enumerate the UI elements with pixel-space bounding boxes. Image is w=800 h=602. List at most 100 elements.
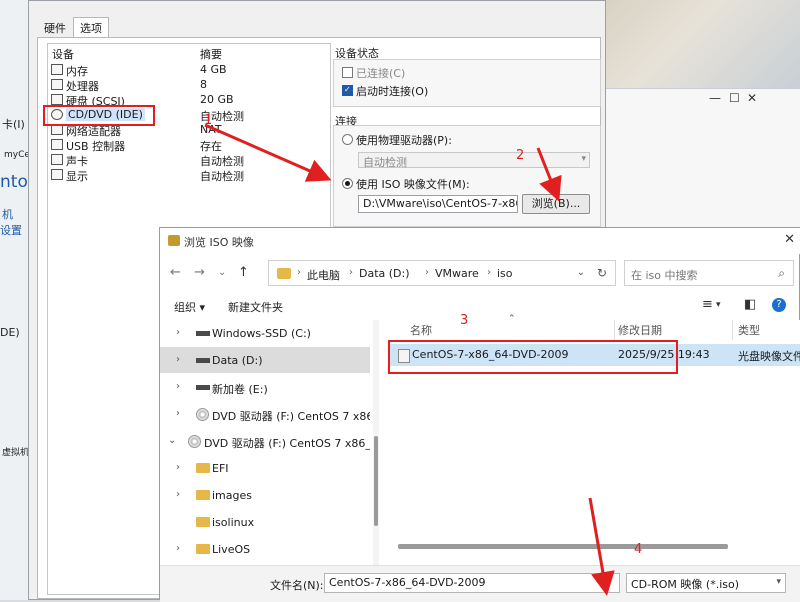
- folder-icon: [196, 463, 210, 473]
- annotation-number: 2: [516, 148, 525, 163]
- iso-file-radio[interactable]: [342, 178, 353, 189]
- column-type[interactable]: 类型: [738, 322, 760, 338]
- device-summary: 4 GB: [200, 63, 227, 76]
- file-list-scrollbar[interactable]: [398, 544, 728, 549]
- tree-label: Windows-SSD (C:): [212, 327, 311, 340]
- address-bar[interactable]: › 此电脑 › Data (D:) › VMware › iso ⌄ ↻: [268, 260, 616, 286]
- chevron-down-icon: ▾: [776, 577, 781, 587]
- refresh-icon[interactable]: ↻: [597, 266, 607, 280]
- tree-item-dvd-drive-expanded[interactable]: ⌄ DVD 驱动器 (F:) CentOS 7 x86_64: [160, 428, 370, 454]
- column-date[interactable]: 修改日期: [618, 322, 662, 338]
- chevron-right-icon[interactable]: ›: [176, 354, 180, 365]
- tree-label: 新加卷 (E:): [212, 383, 268, 396]
- connect-on-power-label: 启动时连接(O): [356, 85, 429, 98]
- memory-icon: [51, 64, 63, 75]
- folder-icon: [196, 490, 210, 500]
- forward-arrow-icon[interactable]: →: [194, 265, 205, 280]
- breadcrumb-data-d[interactable]: Data (D:): [359, 267, 410, 280]
- annotation-box-cdrom: [43, 105, 155, 126]
- column-device[interactable]: 设备: [52, 46, 74, 62]
- filetype-select[interactable]: CD-ROM 映像 (*.iso) ▾: [626, 573, 786, 593]
- background-window: — ☐ ✕: [600, 88, 800, 250]
- help-icon[interactable]: ?: [772, 298, 786, 312]
- iso-path-input[interactable]: D:\VMware\iso\CentOS-7-x86_: [358, 195, 518, 213]
- folder-icon: [196, 517, 210, 527]
- chevron-down-icon[interactable]: ⌄: [577, 267, 585, 278]
- browse-button[interactable]: 浏览(B)...: [522, 194, 590, 214]
- annotation-number: 4: [634, 542, 643, 557]
- search-box[interactable]: 在 iso 中搜索 ⌕: [624, 260, 794, 286]
- tree-item-dvd-drive[interactable]: › DVD 驱动器 (F:) CentOS 7 x86_64: [160, 401, 370, 427]
- device-summary: 自动检测: [200, 170, 244, 183]
- chevron-down-icon[interactable]: ▾: [716, 300, 721, 310]
- chevron-down-icon[interactable]: ⌄: [218, 267, 226, 278]
- tree-item-windows-ssd[interactable]: › Windows-SSD (C:): [160, 320, 370, 346]
- device-name: 显示: [66, 170, 88, 183]
- scrollbar-thumb[interactable]: [374, 436, 378, 526]
- close-icon[interactable]: ✕: [784, 232, 795, 247]
- view-options-icon[interactable]: ≡: [702, 297, 713, 312]
- chevron-down-icon[interactable]: ⌄: [168, 435, 176, 446]
- sort-chevron-icon: ⌃: [508, 314, 516, 324]
- tab-hardware[interactable]: 硬件: [37, 17, 73, 37]
- tree-label: DVD 驱动器 (F:) CentOS 7 x86_64: [212, 410, 370, 423]
- connected-label: 已连接(C): [356, 67, 406, 80]
- physical-drive-label: 使用物理驱动器(P):: [356, 134, 452, 147]
- breadcrumb-vmware[interactable]: VMware: [435, 267, 479, 280]
- tree-label: LiveOS: [212, 543, 251, 556]
- physical-drive-radio[interactable]: [342, 134, 353, 145]
- tree-item-efi[interactable]: › EFI: [160, 455, 370, 481]
- annotation-number: 1: [204, 113, 213, 128]
- tree-item-liveos[interactable]: › LiveOS: [160, 536, 370, 562]
- new-folder-button[interactable]: 新建文件夹: [228, 299, 283, 315]
- chevron-right-icon[interactable]: ›: [176, 408, 180, 419]
- column-divider[interactable]: [732, 320, 733, 340]
- device-summary: 8: [200, 78, 207, 91]
- device-row-sound[interactable]: 声卡 自动检测: [48, 152, 330, 168]
- breadcrumb-iso[interactable]: iso: [497, 267, 513, 280]
- chevron-right-icon[interactable]: ›: [176, 543, 180, 554]
- column-name[interactable]: 名称: [410, 322, 432, 338]
- chevron-right-icon: ›: [425, 267, 429, 278]
- connected-checkbox[interactable]: [342, 67, 353, 78]
- chevron-right-icon: ›: [349, 267, 353, 278]
- maximize-icon[interactable]: ☐: [729, 91, 740, 105]
- tree-label: Data (D:): [212, 354, 263, 367]
- device-row-processor[interactable]: 处理器 8: [48, 77, 330, 93]
- filename-label: 文件名(N):: [270, 579, 324, 592]
- preview-pane-icon[interactable]: ◧: [744, 297, 756, 312]
- annotation-number: 3: [460, 313, 469, 328]
- column-divider[interactable]: [614, 320, 615, 340]
- tab-options[interactable]: 选项: [73, 17, 109, 37]
- back-arrow-icon[interactable]: ←: [170, 265, 181, 280]
- column-summary[interactable]: 摘要: [200, 46, 222, 62]
- connect-on-power-checkbox[interactable]: [342, 85, 353, 96]
- breadcrumb-this-pc[interactable]: 此电脑: [307, 267, 340, 283]
- organize-menu[interactable]: 组织 ▾: [174, 299, 205, 315]
- hard-disk-icon: [51, 94, 63, 105]
- chevron-right-icon: ›: [297, 267, 301, 278]
- tree-item-new-volume-e[interactable]: › 新加卷 (E:): [160, 374, 370, 400]
- filename-input[interactable]: CentOS-7-x86_64-DVD-2009: [324, 573, 620, 593]
- tree-item-data-d[interactable]: › Data (D:): [160, 347, 370, 373]
- device-row-display[interactable]: 显示 自动检测: [48, 167, 330, 183]
- device-row-memory[interactable]: 内存 4 GB: [48, 62, 330, 78]
- device-row-usb[interactable]: USB 控制器 存在: [48, 137, 330, 153]
- chevron-right-icon[interactable]: ›: [176, 327, 180, 338]
- chevron-right-icon[interactable]: ›: [176, 381, 180, 392]
- chevron-right-icon[interactable]: ›: [176, 489, 180, 500]
- chevron-right-icon: ›: [487, 267, 491, 278]
- up-arrow-icon[interactable]: ↑: [238, 265, 249, 280]
- tree-item-isolinux[interactable]: isolinux: [160, 509, 370, 535]
- dialog-toolbar: 组织 ▾ 新建文件夹 ≡ ▾ ◧ ?: [160, 294, 800, 318]
- tree-scrollbar[interactable]: [373, 320, 379, 565]
- iso-file-label: 使用 ISO 映像文件(M):: [356, 178, 470, 191]
- chevron-right-icon[interactable]: ›: [176, 462, 180, 473]
- minimize-icon[interactable]: —: [709, 91, 721, 105]
- tree-item-images[interactable]: › images: [160, 482, 370, 508]
- device-summary: 20 GB: [200, 93, 234, 106]
- close-icon[interactable]: ✕: [747, 91, 757, 105]
- tab-bar: 硬件 选项: [37, 17, 109, 37]
- search-icon: ⌕: [778, 266, 785, 280]
- physical-drive-select[interactable]: 自动检测 ▾: [358, 152, 590, 169]
